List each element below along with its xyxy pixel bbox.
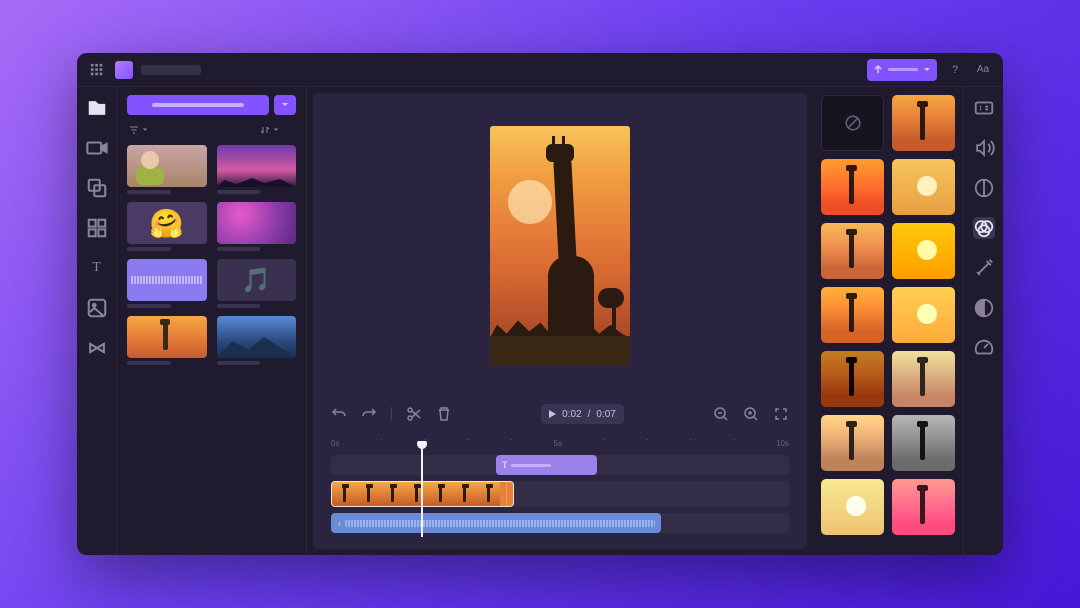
main-area: T bbox=[77, 87, 1003, 555]
nav-layers[interactable] bbox=[86, 177, 108, 199]
ruler-mark: 10s bbox=[776, 435, 789, 451]
nav-transitions[interactable] bbox=[86, 337, 108, 359]
export-button[interactable] bbox=[867, 59, 937, 81]
tool-captions[interactable] bbox=[973, 97, 995, 119]
tool-filters[interactable] bbox=[973, 217, 995, 239]
ruler-mark: 5s bbox=[554, 435, 562, 451]
timeline-tracks: T ♪ bbox=[331, 455, 789, 533]
apps-grid-icon[interactable] bbox=[87, 60, 107, 80]
media-item-giraffe[interactable] bbox=[127, 316, 207, 365]
media-grid: 🤗 🎵 bbox=[127, 145, 296, 365]
timeline-ruler: 0s ···· 5s ···· 10s bbox=[331, 435, 789, 451]
media-item-skyline[interactable] bbox=[217, 145, 297, 194]
ruler-mark: 0s bbox=[331, 435, 339, 451]
tool-color[interactable] bbox=[973, 177, 995, 199]
filter-none[interactable] bbox=[821, 95, 884, 151]
video-clip[interactable] bbox=[331, 481, 514, 507]
app-logo bbox=[115, 61, 133, 79]
filters-panel bbox=[813, 87, 963, 555]
nav-record[interactable] bbox=[86, 137, 108, 159]
export-label-placeholder bbox=[888, 68, 918, 71]
project-title[interactable] bbox=[141, 65, 201, 75]
filter-vivid[interactable] bbox=[892, 223, 955, 279]
video-preview[interactable] bbox=[490, 126, 630, 366]
zoom-out-button[interactable] bbox=[713, 406, 729, 422]
filter-cool[interactable] bbox=[892, 479, 955, 535]
playback-controls: 0:02 / 0:07 bbox=[313, 399, 807, 429]
filter-deep[interactable] bbox=[821, 351, 884, 407]
import-media-button[interactable] bbox=[127, 95, 269, 115]
tool-speed[interactable] bbox=[973, 337, 995, 359]
left-nav: T bbox=[77, 87, 117, 555]
media-item-mountain[interactable] bbox=[217, 316, 297, 365]
media-panel: 🤗 🎵 bbox=[117, 87, 307, 555]
media-item-abstract[interactable] bbox=[217, 202, 297, 251]
delete-button[interactable] bbox=[436, 406, 452, 422]
filter-original[interactable] bbox=[892, 95, 955, 151]
media-filter-dropdown[interactable] bbox=[129, 123, 163, 137]
total-time: 0:07 bbox=[596, 409, 615, 420]
media-item-emoji[interactable]: 🤗 bbox=[127, 202, 207, 251]
tool-audio[interactable] bbox=[973, 137, 995, 159]
font-settings-icon[interactable]: Aa bbox=[973, 60, 993, 80]
music-icon: ♪ bbox=[337, 519, 341, 528]
fit-button[interactable] bbox=[773, 406, 789, 422]
media-item-person[interactable] bbox=[127, 145, 207, 194]
app-window: ? Aa T bbox=[77, 53, 1003, 555]
filter-warm[interactable] bbox=[821, 159, 884, 215]
audio-clip[interactable]: ♪ bbox=[331, 513, 661, 533]
play-icon bbox=[549, 410, 556, 418]
filter-golden[interactable] bbox=[821, 415, 884, 471]
filter-faded[interactable] bbox=[892, 351, 955, 407]
preview-area bbox=[313, 93, 807, 399]
filter-sunrise[interactable] bbox=[892, 159, 955, 215]
tool-effects[interactable] bbox=[973, 257, 995, 279]
filter-mono[interactable] bbox=[892, 415, 955, 471]
current-time: 0:02 bbox=[562, 409, 581, 420]
zoom-in-button[interactable] bbox=[743, 406, 759, 422]
help-icon[interactable]: ? bbox=[945, 60, 965, 80]
timeline[interactable]: 0s ···· 5s ···· 10s T bbox=[313, 429, 807, 549]
text-clip[interactable]: T bbox=[496, 455, 597, 475]
center-panel: 0:02 / 0:07 0s ···· 5s ···· 10s bbox=[313, 93, 807, 549]
nav-media[interactable] bbox=[86, 97, 108, 119]
split-button[interactable] bbox=[406, 406, 422, 422]
undo-button[interactable] bbox=[331, 406, 347, 422]
import-dropdown[interactable] bbox=[274, 95, 296, 115]
right-tools bbox=[963, 87, 1003, 555]
video-track[interactable] bbox=[331, 481, 789, 507]
text-track[interactable]: T bbox=[331, 455, 789, 475]
playback-time-pill[interactable]: 0:02 / 0:07 bbox=[541, 404, 624, 424]
text-icon: T bbox=[502, 460, 508, 470]
filter-haze[interactable] bbox=[821, 479, 884, 535]
media-item-music[interactable]: 🎵 bbox=[217, 259, 297, 308]
nav-templates[interactable] bbox=[86, 217, 108, 239]
media-item-waveform[interactable] bbox=[127, 259, 207, 308]
nav-text[interactable]: T bbox=[86, 257, 108, 279]
filter-soft[interactable] bbox=[821, 223, 884, 279]
tool-adjust[interactable] bbox=[973, 297, 995, 319]
filter-amber[interactable] bbox=[892, 287, 955, 343]
filter-orange[interactable] bbox=[821, 287, 884, 343]
nav-stickers[interactable] bbox=[86, 297, 108, 319]
top-bar: ? Aa bbox=[77, 53, 1003, 87]
media-sort-dropdown[interactable] bbox=[260, 123, 294, 137]
redo-button[interactable] bbox=[361, 406, 377, 422]
audio-track[interactable]: ♪ bbox=[331, 513, 789, 533]
